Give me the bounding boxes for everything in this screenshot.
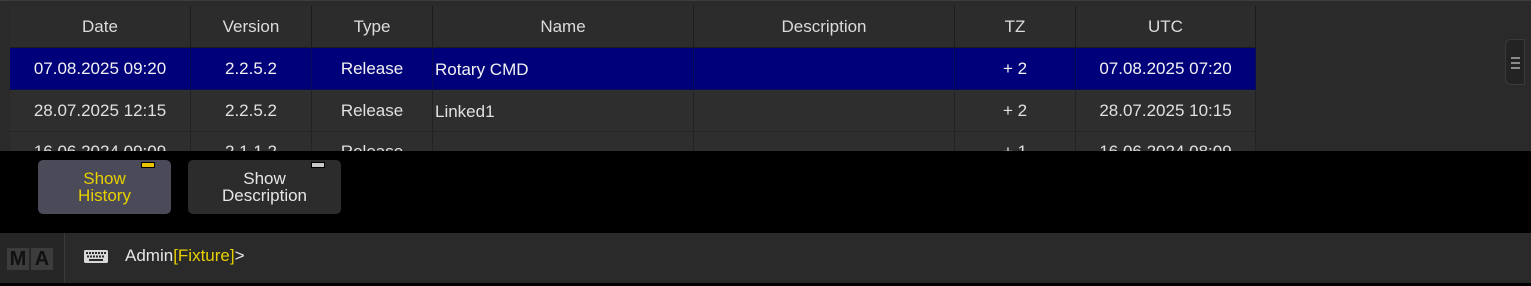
ma-logo[interactable]: M A [0,233,65,283]
cell-version[interactable]: 2.2.5.2 [191,90,312,132]
history-table-panel: Date Version Type Name Description TZ UT… [0,0,1531,151]
cell-date[interactable]: 07.08.2025 09:20 [10,48,191,90]
cell-name[interactable]: Linked1 [433,90,694,132]
logo-letter-a: A [31,248,53,270]
cell-type[interactable]: Release [312,90,433,132]
show-description-button[interactable]: Show Description [188,160,341,214]
cell-utc[interactable]: 28.07.2025 10:15 [1076,90,1256,132]
column-header-description[interactable]: Description [694,6,955,48]
cell-utc[interactable]: 16.06.2024 08:09 [1076,132,1256,151]
inactive-indicator-led [311,162,325,168]
cell-type[interactable]: Release [312,132,433,151]
keyboard-icon[interactable] [84,250,108,263]
cell-description[interactable] [694,90,955,132]
table-header: Date Version Type Name Description TZ UT… [10,6,1256,48]
cell-date[interactable]: 16.06.2024 09:09 [10,132,191,151]
handle-grip-line [1511,67,1520,69]
show-description-label-line2: Description [221,186,308,205]
show-history-label-line2: History [78,186,131,205]
prompt-user: Admin [125,246,174,265]
handle-grip-line [1511,62,1520,64]
cell-version[interactable]: 2.2.5.2 [191,48,312,90]
cell-tz[interactable]: + 2 [955,90,1076,132]
side-drawer-handle[interactable] [1505,39,1525,85]
table-row[interactable]: 16.06.2024 09:09 2.1.1.2 Release + 1 16.… [10,132,1256,151]
show-history-label-line1: Show [83,169,126,188]
command-line-bar: M A Admin[Fixture]> [0,233,1531,283]
table-row-selected[interactable]: 07.08.2025 09:20 2.2.5.2 Release Rotary … [10,48,1256,90]
prompt-context: [Fixture] [173,246,235,265]
cell-description[interactable] [694,132,955,151]
column-header-name[interactable]: Name [433,6,694,48]
cell-description[interactable] [694,48,955,90]
cell-name[interactable]: Rotary CMD [433,48,694,90]
history-table: Date Version Type Name Description TZ UT… [10,6,1256,151]
table-row[interactable]: 28.07.2025 12:15 2.2.5.2 Release Linked1… [10,90,1256,132]
prompt-caret: > [234,246,245,265]
cell-tz[interactable]: + 1 [955,132,1076,151]
cell-version[interactable]: 2.1.1.2 [191,132,312,151]
show-description-label-line1: Show [243,169,286,188]
cell-date[interactable]: 28.07.2025 12:15 [10,90,191,132]
handle-grip-line [1511,57,1520,59]
column-header-type[interactable]: Type [312,6,433,48]
column-header-date[interactable]: Date [10,6,191,48]
column-header-version[interactable]: Version [191,6,312,48]
cell-tz[interactable]: + 2 [955,48,1076,90]
cell-utc[interactable]: 07.08.2025 07:20 [1076,48,1256,90]
show-history-button[interactable]: Show History [38,160,171,214]
column-header-utc[interactable]: UTC [1076,6,1256,48]
cell-type[interactable]: Release [312,48,433,90]
cell-name[interactable] [433,132,694,151]
column-header-tz[interactable]: TZ [955,6,1076,48]
command-prompt[interactable]: Admin[Fixture]> [125,246,245,266]
logo-letter-m: M [7,248,29,270]
active-indicator-led [141,162,155,168]
